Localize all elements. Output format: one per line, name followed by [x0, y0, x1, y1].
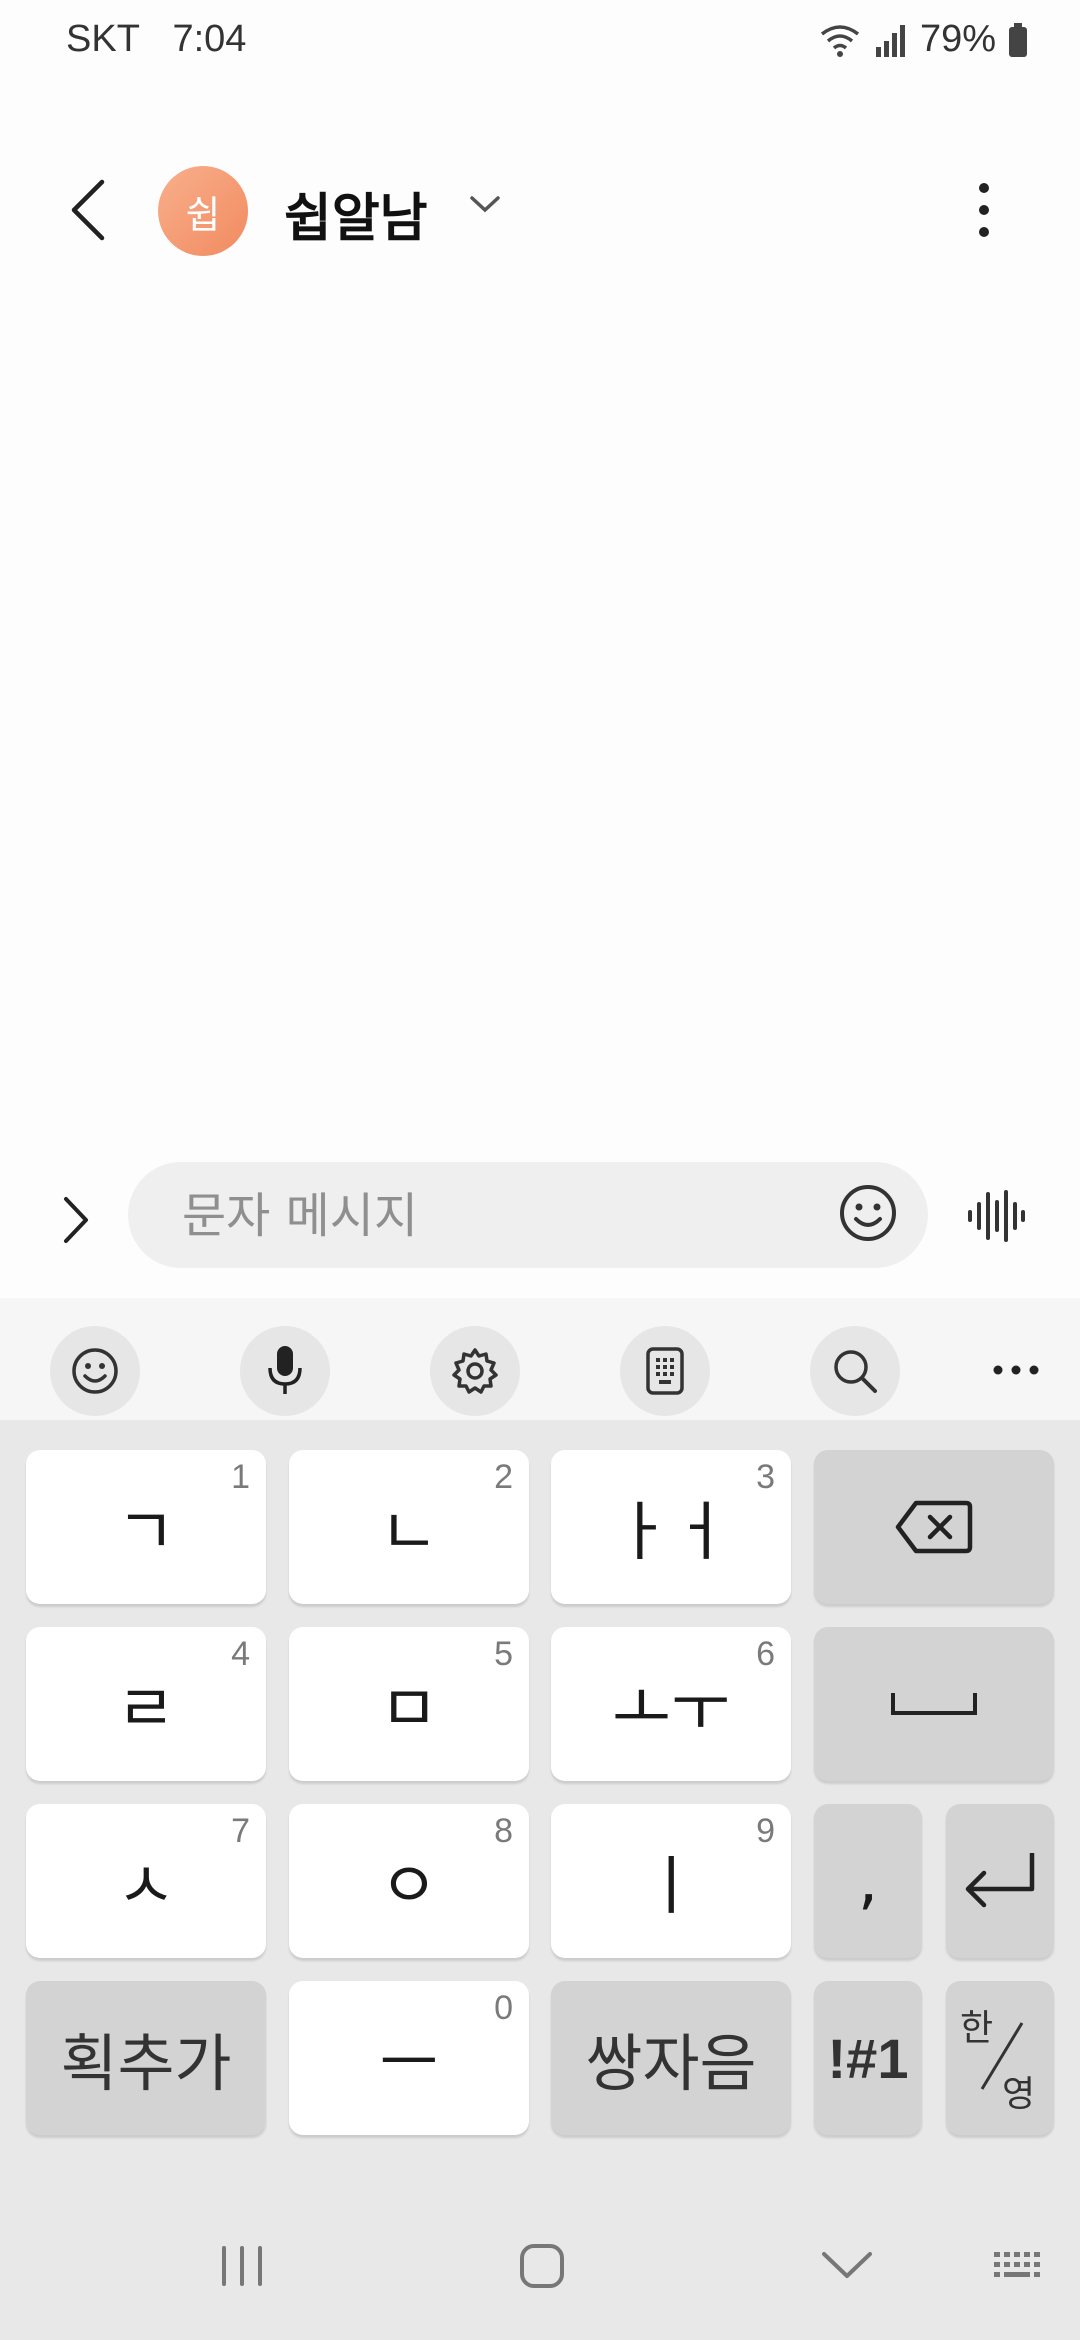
- more-vertical-icon: [979, 183, 989, 237]
- conversation-title[interactable]: 쉽알남: [284, 176, 428, 251]
- keyboard-voice-input-button[interactable]: [240, 1326, 330, 1416]
- backspace-key[interactable]: [814, 1450, 1054, 1604]
- voice-wave-icon: [968, 1190, 1025, 1242]
- keyboard-more-button[interactable]: [988, 1340, 1044, 1400]
- key-number: 6: [756, 1635, 775, 1673]
- space-icon: [891, 1693, 977, 1715]
- backspace-icon: [895, 1500, 973, 1554]
- add-stroke-key[interactable]: 획추가: [26, 1981, 266, 2135]
- recent-apps-icon: [222, 2246, 262, 2286]
- key-mieum[interactable]: ㅁ 5: [289, 1627, 529, 1781]
- home-icon: [520, 2244, 564, 2288]
- keypad-icon: [646, 1347, 684, 1395]
- key-label: 획추가: [60, 2027, 232, 2100]
- message-input-container: [128, 1162, 928, 1270]
- recent-apps-button[interactable]: [218, 2242, 266, 2294]
- key-label: ㄴ: [379, 1496, 439, 1570]
- keyboard-toolbar: [0, 1298, 1080, 1420]
- key-number: 1: [231, 1458, 250, 1496]
- key-a-eo[interactable]: ㅏㅓ 3: [551, 1450, 791, 1604]
- key-ieung[interactable]: ㅇ 8: [289, 1804, 529, 1958]
- keyboard-settings-button[interactable]: [430, 1326, 520, 1416]
- back-button[interactable]: [58, 170, 118, 250]
- voice-record-button[interactable]: [966, 1188, 1026, 1248]
- keyboard-icon: [994, 2252, 1040, 2277]
- search-icon: [834, 1350, 877, 1393]
- emoji-icon: [840, 1185, 896, 1241]
- more-options-button[interactable]: [970, 180, 998, 244]
- space-key[interactable]: [814, 1627, 1054, 1781]
- enter-icon: [965, 1853, 1035, 1908]
- key-eu[interactable]: ㅡ 0: [289, 1981, 529, 2135]
- wifi-icon: [820, 24, 860, 57]
- keyboard-mode-button[interactable]: [620, 1326, 710, 1416]
- hide-keyboard-button[interactable]: [820, 2242, 874, 2294]
- more-horizontal-icon: [993, 1365, 1039, 1375]
- expand-attachments-button[interactable]: [50, 1185, 100, 1255]
- microphone-icon: [268, 1346, 302, 1394]
- battery-icon: [1009, 22, 1027, 57]
- key-number: 4: [231, 1635, 250, 1673]
- clock: 7:04: [172, 18, 247, 60]
- key-nieun[interactable]: ㄴ 2: [289, 1450, 529, 1604]
- key-number: 3: [756, 1458, 775, 1496]
- comma-key[interactable]: ,: [814, 1804, 922, 1958]
- key-label: ㅏㅓ: [612, 1496, 730, 1570]
- key-rieul[interactable]: ㄹ 4: [26, 1627, 266, 1781]
- key-label: ㅡ: [379, 2027, 439, 2101]
- key-number: 5: [494, 1635, 513, 1673]
- key-label: ㅗㅜ: [612, 1673, 730, 1747]
- carrier-label: SKT: [66, 18, 140, 60]
- signal-icon: [875, 24, 905, 57]
- back-arrow-icon: [71, 179, 105, 241]
- key-number: 0: [494, 1989, 513, 2027]
- chevron-down-icon: [822, 2252, 872, 2278]
- chevron-down-icon: [470, 196, 500, 213]
- symbols-key[interactable]: !#1: [814, 1981, 922, 2135]
- key-label: 쌍자음: [585, 2027, 757, 2100]
- lang-label-english: 영: [1002, 2074, 1036, 2115]
- avatar-initial: 쉽: [185, 192, 221, 237]
- key-number: 7: [231, 1812, 250, 1850]
- keyboard-switch-button[interactable]: [992, 2242, 1046, 2294]
- settings-icon: [452, 1348, 498, 1394]
- status-bar-left: SKT 7:04: [66, 18, 268, 61]
- keyboard-search-button[interactable]: [810, 1326, 900, 1416]
- battery-percent: 79%: [919, 18, 996, 60]
- key-label: ㅅ: [116, 1850, 176, 1924]
- key-label: ,: [857, 1844, 879, 1918]
- key-i[interactable]: ㅣ 9: [551, 1804, 791, 1958]
- key-label: ㅣ: [641, 1850, 701, 1924]
- key-number: 9: [756, 1812, 775, 1850]
- key-number: 8: [494, 1812, 513, 1850]
- contact-avatar[interactable]: 쉽: [158, 166, 248, 256]
- double-consonant-key[interactable]: 쌍자음: [551, 1981, 791, 2135]
- emoji-button[interactable]: [838, 1183, 898, 1247]
- message-input[interactable]: [180, 1162, 824, 1270]
- status-bar-right: 79%: [818, 18, 1028, 61]
- key-label: !#1: [827, 2026, 909, 2090]
- key-number: 2: [494, 1458, 513, 1496]
- key-giyeok[interactable]: ㄱ 1: [26, 1450, 266, 1604]
- language-switch-key[interactable]: 한 영: [946, 1981, 1054, 2135]
- key-label: ㅇ: [379, 1850, 439, 1924]
- key-label: ㄱ: [116, 1496, 176, 1570]
- key-o-u[interactable]: ㅗㅜ 6: [551, 1627, 791, 1781]
- emoji-icon: [72, 1348, 118, 1394]
- home-button[interactable]: [518, 2242, 566, 2294]
- keyboard-emoji-button[interactable]: [50, 1326, 140, 1416]
- chevron-right-icon: [64, 1197, 88, 1243]
- key-label: ㄹ: [116, 1673, 176, 1747]
- key-label: ㅁ: [379, 1673, 439, 1747]
- key-siot[interactable]: ㅅ 7: [26, 1804, 266, 1958]
- enter-key[interactable]: [946, 1804, 1054, 1958]
- title-dropdown-button[interactable]: [468, 192, 502, 220]
